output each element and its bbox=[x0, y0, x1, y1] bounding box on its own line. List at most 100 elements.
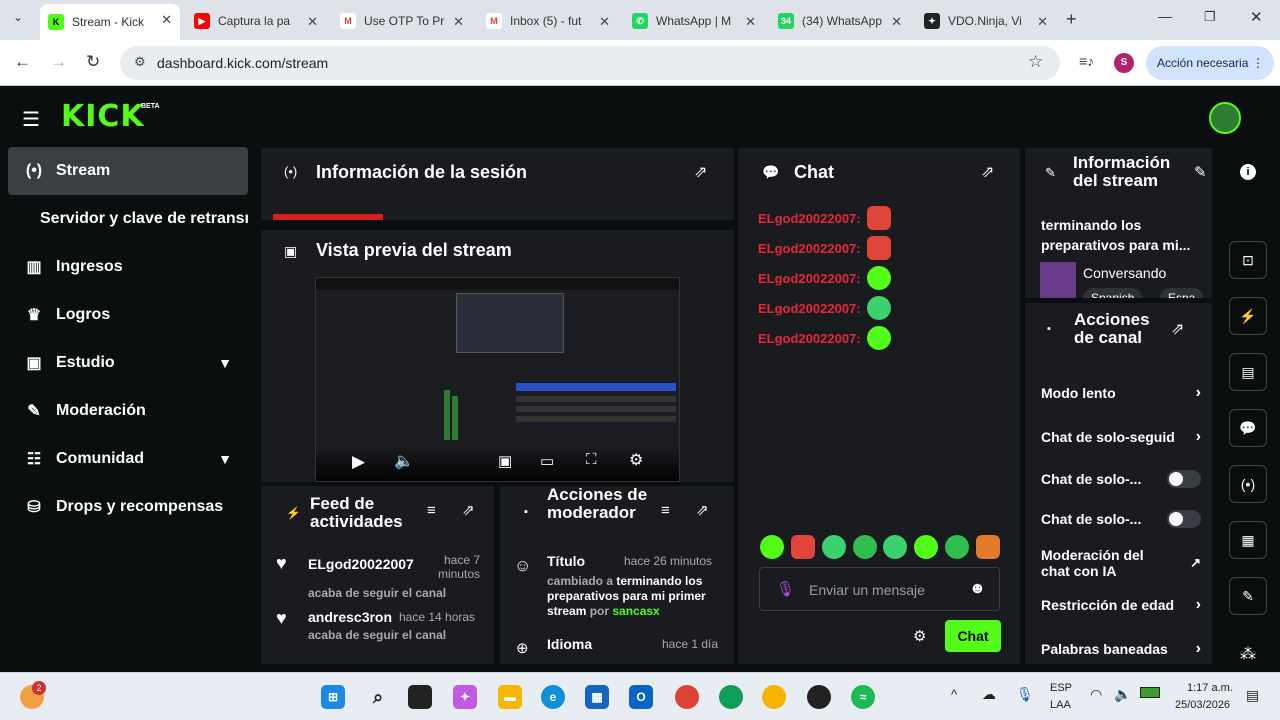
bookmark-star-icon[interactable]: ☆ bbox=[1028, 52, 1043, 72]
sidebar-item-ingresos[interactable]: ▥ Ingresos bbox=[8, 243, 248, 291]
file-explorer-icon[interactable]: ▬ bbox=[498, 685, 522, 709]
channel-action-slow-mode[interactable]: Modo lento › bbox=[1041, 383, 1201, 403]
emote-icon[interactable] bbox=[975, 535, 1000, 559]
tag-badge[interactable]: Espa bbox=[1160, 288, 1204, 298]
popout-icon[interactable]: ⇗ bbox=[981, 162, 994, 182]
emoji-icon[interactable]: ☻ bbox=[969, 580, 986, 598]
pip-icon[interactable]: ▣ bbox=[498, 452, 512, 470]
sidebar-item-comunidad[interactable]: ☷ Comunidad ▼ bbox=[8, 435, 248, 483]
microphone-icon[interactable]: 🎙 bbox=[776, 580, 795, 598]
close-icon[interactable]: ✕ bbox=[161, 12, 172, 28]
emote-icon[interactable] bbox=[852, 535, 877, 559]
tag-badge[interactable]: Spanish bbox=[1083, 288, 1143, 298]
volume-icon[interactable]: 🔈 bbox=[394, 451, 414, 471]
new-tab-button[interactable]: + bbox=[1066, 9, 1077, 30]
tray-chevron-up-icon[interactable]: ^ bbox=[951, 687, 957, 702]
battery-icon[interactable] bbox=[1140, 687, 1160, 698]
channel-action-ai-moderation[interactable]: Moderación del chat con IA ↗ bbox=[1041, 546, 1201, 580]
back-button[interactable]: ← bbox=[14, 52, 31, 72]
theater-icon[interactable]: ▭ bbox=[540, 452, 554, 470]
url-box[interactable]: ⚙ dashboard.kick.com/stream ☆ bbox=[120, 46, 1060, 80]
microphone-tray-icon[interactable]: 🎙 bbox=[1016, 686, 1034, 703]
settings-gear-icon[interactable]: ⚙ bbox=[629, 450, 643, 470]
emote-icon[interactable] bbox=[760, 535, 784, 559]
copilot-icon[interactable]: ✦ bbox=[453, 685, 477, 709]
channel-action-emotes-only[interactable]: Chat de solo-... bbox=[1041, 509, 1201, 529]
windows-start-icon[interactable]: ⊞ bbox=[321, 685, 345, 709]
spotify-icon[interactable]: ≈ bbox=[851, 685, 875, 709]
tab-stream-kick[interactable]: K Stream - Kick ✕ bbox=[40, 4, 180, 40]
edit-pencil-icon[interactable]: ✎ bbox=[1194, 163, 1207, 181]
action-needed-button[interactable]: Acción necesaria ⋮ bbox=[1146, 46, 1274, 80]
info-icon[interactable]: i bbox=[1240, 164, 1256, 180]
close-window-button[interactable]: ✕ bbox=[1250, 8, 1263, 26]
close-icon[interactable]: ✕ bbox=[1037, 14, 1048, 30]
chat-settings-icon[interactable]: ⚙ bbox=[913, 627, 926, 645]
sidebar-item-stream[interactable]: (•) Stream bbox=[8, 147, 248, 195]
rail-button-chat-icon[interactable]: 💬 bbox=[1229, 409, 1267, 447]
profile-avatar[interactable]: S bbox=[1114, 53, 1134, 73]
maximize-button[interactable]: ❐ bbox=[1204, 9, 1216, 25]
tab-search-button[interactable]: ⌄ bbox=[8, 10, 28, 30]
chrome-icon[interactable] bbox=[719, 685, 743, 709]
close-icon[interactable]: ✕ bbox=[307, 14, 318, 30]
outlook-icon[interactable]: O bbox=[629, 685, 653, 709]
emote-icon[interactable] bbox=[821, 535, 846, 559]
emote-icon[interactable] bbox=[945, 535, 970, 559]
close-icon[interactable]: ✕ bbox=[745, 14, 756, 30]
hamburger-menu-icon[interactable]: ☰ bbox=[22, 107, 40, 132]
reload-button[interactable]: ↻ bbox=[86, 52, 100, 72]
filter-icon[interactable]: ≡ bbox=[427, 502, 436, 519]
media-control-icon[interactable]: ≡♪ bbox=[1079, 53, 1094, 69]
url-text[interactable]: dashboard.kick.com/stream bbox=[157, 55, 328, 71]
wifi-icon[interactable]: ◠ bbox=[1090, 686, 1102, 703]
rail-button-lightning-icon[interactable]: ⚡ bbox=[1229, 297, 1267, 335]
popout-icon[interactable]: ⇗ bbox=[694, 162, 707, 182]
fullscreen-icon[interactable]: ⛶ bbox=[586, 451, 597, 468]
search-icon[interactable]: ⌕ bbox=[366, 685, 390, 709]
store-icon[interactable]: ▦ bbox=[585, 685, 609, 709]
rail-button-wrench-icon[interactable]: ✎ bbox=[1229, 577, 1267, 615]
tab-captura[interactable]: ▶ Captura la pa ✕ bbox=[186, 6, 326, 36]
close-icon[interactable]: ✕ bbox=[453, 14, 464, 30]
obs-icon[interactable] bbox=[807, 685, 831, 709]
volume-tray-icon[interactable]: 🔈 bbox=[1114, 686, 1131, 703]
toggle-switch[interactable] bbox=[1167, 510, 1201, 528]
popout-icon[interactable]: ⇗ bbox=[1171, 319, 1184, 339]
channel-action-age-restriction[interactable]: Restricción de edad › bbox=[1041, 595, 1201, 615]
tab-otp[interactable]: M Use OTP To Pr ✕ bbox=[332, 6, 472, 36]
close-icon[interactable]: ✕ bbox=[599, 14, 610, 30]
rail-button-clip-icon[interactable]: ⊡ bbox=[1229, 241, 1267, 279]
emote-icon[interactable] bbox=[883, 535, 908, 559]
stream-video[interactable]: ▶ 🔈 ▣ ▭ ⛶ ⚙ bbox=[315, 277, 680, 482]
chrome-icon[interactable] bbox=[762, 685, 786, 709]
minimize-button[interactable]: — bbox=[1158, 8, 1172, 24]
chat-input[interactable]: 🎙 Enviar un mensaje ☻ bbox=[759, 567, 1000, 611]
chrome-icon[interactable] bbox=[675, 685, 699, 709]
popout-icon[interactable]: ⇗ bbox=[696, 501, 709, 519]
tab-inbox[interactable]: M Inbox (5) - fut ✕ bbox=[478, 6, 618, 36]
user-avatar[interactable] bbox=[1209, 102, 1241, 134]
emote-icon[interactable] bbox=[914, 535, 939, 559]
sidebar-item-moderacion[interactable]: ✎ Moderación bbox=[8, 387, 248, 435]
rail-more-icon[interactable]: ⁂ bbox=[1240, 644, 1256, 664]
channel-action-subs-only[interactable]: Chat de solo-... bbox=[1041, 469, 1201, 489]
forward-button[interactable]: → bbox=[50, 52, 67, 72]
edge-icon[interactable]: e bbox=[541, 685, 565, 709]
play-icon[interactable]: ▶ bbox=[352, 452, 365, 472]
close-icon[interactable]: ✕ bbox=[891, 14, 902, 30]
sidebar-item-logros[interactable]: ♛ Logros bbox=[8, 291, 248, 339]
kick-logo[interactable]: KICK BETA bbox=[61, 99, 160, 134]
site-info-icon[interactable]: ⚙ bbox=[134, 54, 146, 70]
toggle-switch[interactable] bbox=[1167, 470, 1201, 488]
notification-icon[interactable]: ▤ bbox=[1246, 687, 1259, 704]
tab-whatsapp-34[interactable]: 34 (34) WhatsApp ✕ bbox=[770, 6, 910, 36]
emote-icon[interactable] bbox=[790, 535, 815, 559]
sidebar-item-estudio[interactable]: ▣ Estudio ▼ bbox=[8, 339, 248, 387]
popout-icon[interactable]: ⇗ bbox=[462, 501, 475, 519]
channel-action-followers-only[interactable]: Chat de solo-seguid › bbox=[1041, 427, 1201, 447]
rail-button-broadcast-icon[interactable]: (•) bbox=[1229, 465, 1267, 503]
send-chat-button[interactable]: Chat bbox=[945, 620, 1001, 652]
onedrive-icon[interactable]: ☁ bbox=[982, 686, 996, 703]
rail-button-notes-icon[interactable]: ▤ bbox=[1229, 353, 1267, 391]
